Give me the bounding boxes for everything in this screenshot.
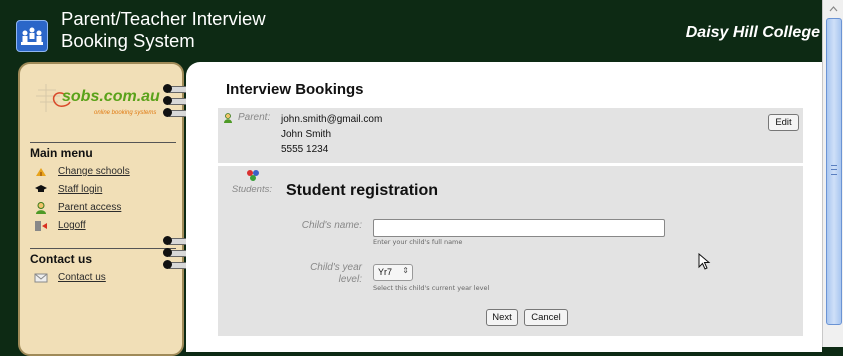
envelope-icon (34, 272, 48, 284)
logoff-door-icon (34, 220, 48, 232)
parent-panel: Parent: john.smith@gmail.com John Smith … (218, 108, 803, 163)
sidebar-item-staff-login[interactable]: Staff login (34, 182, 102, 197)
edit-button[interactable]: Edit (768, 114, 799, 131)
sidebar-item-label[interactable]: Contact us (58, 272, 106, 283)
parent-info: john.smith@gmail.com John Smith 5555 123… (281, 112, 382, 157)
vertical-scrollbar[interactable] (822, 0, 843, 347)
header: Parent/Teacher Interview Booking System … (0, 0, 822, 58)
main-menu-divider (30, 142, 176, 143)
sidebar-item-parent-access[interactable]: Parent access (34, 200, 121, 215)
year-label-line2: level: (338, 274, 362, 285)
parent-email: john.smith@gmail.com (281, 114, 383, 125)
next-button[interactable]: Next (486, 309, 518, 326)
contact-heading: Contact us (30, 252, 93, 266)
page-title: Interview Bookings (226, 81, 364, 98)
parent-name: John Smith (281, 129, 332, 140)
sidebar-item-label[interactable]: Staff login (58, 184, 102, 195)
sobs-logo[interactable]: sobs.com.au online booking systems (34, 82, 174, 118)
mouse-cursor-icon (698, 253, 711, 270)
main-content: Interview Bookings Parent: john.smith@gm… (186, 62, 822, 352)
main-menu-heading: Main menu (30, 146, 93, 160)
contact-divider (30, 248, 176, 249)
child-name-hint: Enter your child's full name (373, 238, 463, 246)
app-title-line1: Parent/Teacher Interview (61, 8, 266, 29)
app-logo-icon (16, 20, 48, 52)
app-title: Parent/Teacher Interview Booking System (61, 8, 266, 52)
year-level-hint: Select this child's current year level (373, 284, 490, 292)
person-icon (34, 201, 48, 214)
parent-phone: 5555 1234 (281, 144, 329, 155)
year-selected-value: Yr7 (378, 267, 393, 277)
year-level-label: Child's year level: (258, 262, 362, 286)
parent-label: Parent: (223, 112, 270, 123)
sidebar-item-label[interactable]: Logoff (58, 220, 86, 231)
child-name-input[interactable] (373, 219, 665, 237)
app-title-line2: Booking System (61, 30, 195, 51)
page: Parent/Teacher Interview Booking System … (0, 0, 822, 356)
sidebar-item-label[interactable]: Parent access (58, 202, 121, 213)
scrollbar-thumb[interactable] (826, 18, 842, 325)
students-label: Students: (231, 184, 272, 195)
sobs-logo-text: sobs.com.au (62, 88, 160, 105)
school-icon (34, 166, 48, 178)
college-name: Daisy Hill College (685, 24, 820, 41)
select-arrows-icon: ⇕ (402, 266, 409, 275)
cancel-button[interactable]: Cancel (524, 309, 568, 326)
child-name-label: Child's name: (301, 220, 362, 231)
students-icon (247, 170, 259, 181)
year-level-select[interactable]: Yr7 ⇕ (373, 264, 413, 281)
sidebar: sobs.com.au online booking systems Main … (18, 62, 184, 356)
sidebar-item-label[interactable]: Change schools (58, 166, 130, 177)
parent-label-text: Parent: (238, 112, 271, 123)
sidebar-item-contact-us[interactable]: Contact us (34, 270, 106, 285)
sobs-logo-tagline: online booking systems (94, 110, 157, 116)
graduation-cap-icon (34, 184, 48, 196)
sidebar-item-logoff[interactable]: Logoff (34, 218, 86, 233)
registration-title: Student registration (286, 182, 439, 199)
parent-icon (224, 112, 232, 123)
scrollbar-grip-icon (831, 165, 837, 175)
sidebar-item-change-schools[interactable]: Change schools (34, 164, 130, 179)
student-panel: Students: Student registration Child's n… (218, 166, 803, 336)
scroll-up-icon[interactable] (827, 3, 840, 15)
year-label-line1: Child's year (310, 262, 362, 273)
